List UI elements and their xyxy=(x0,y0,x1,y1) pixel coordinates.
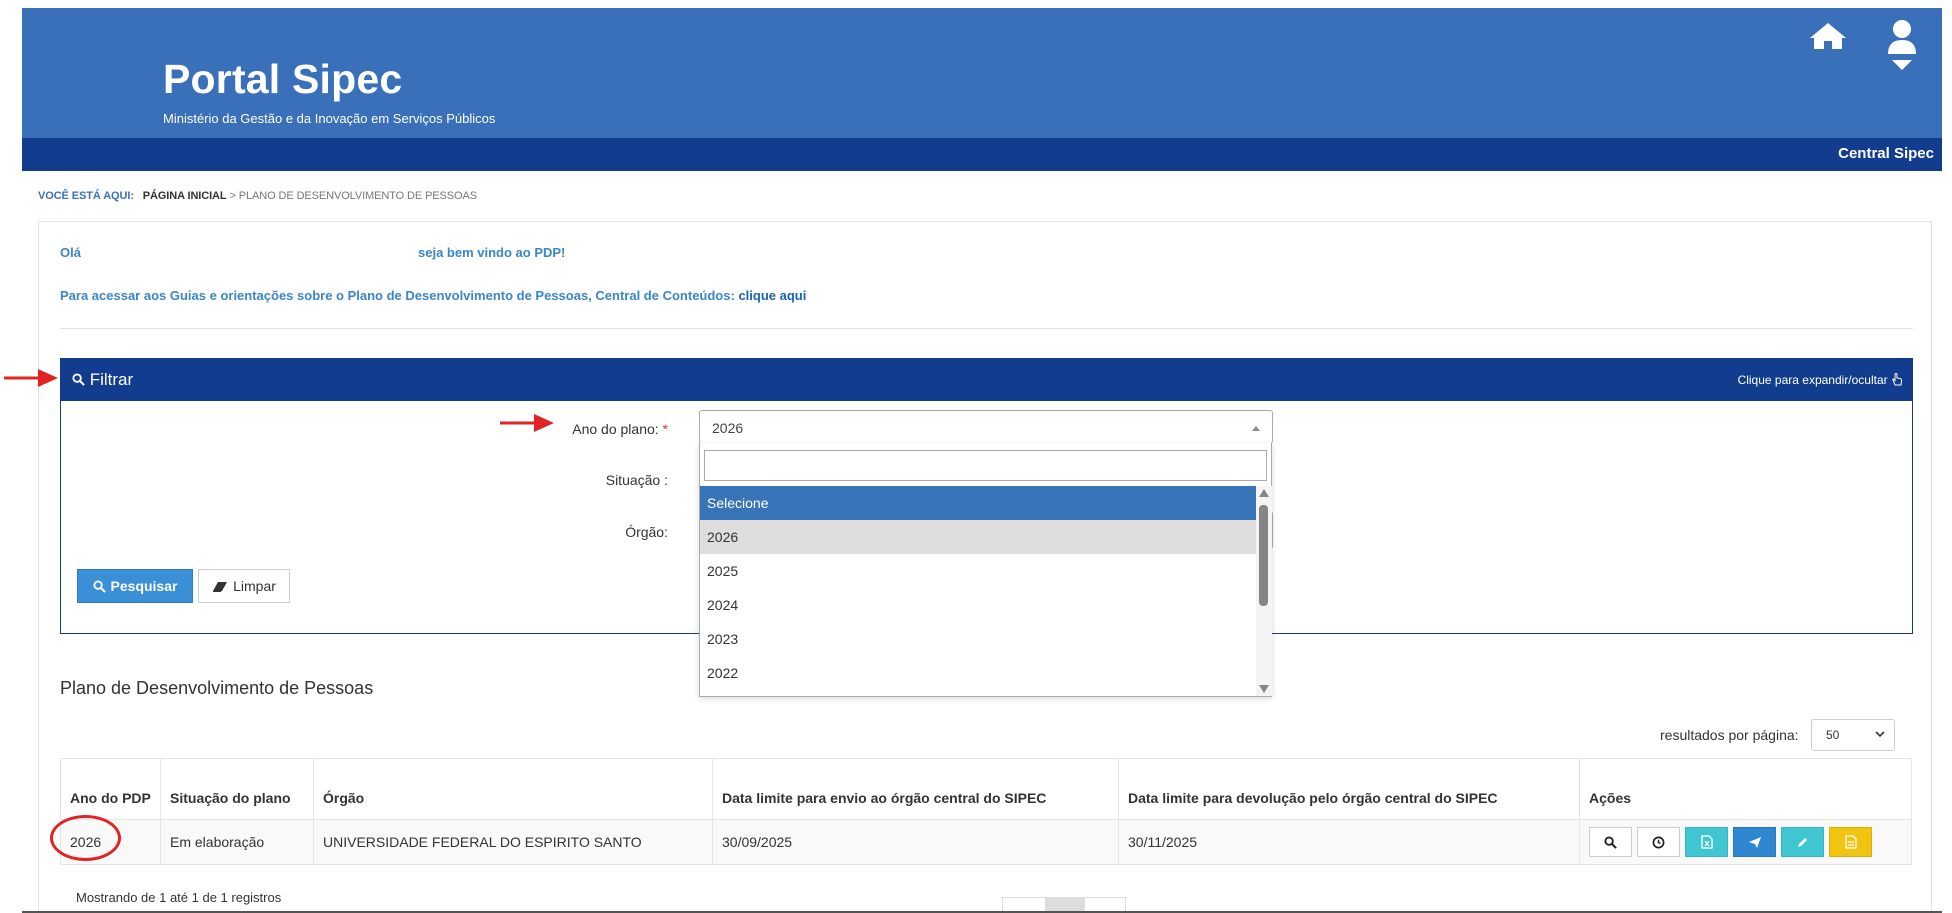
pdp-table: Ano do PDP Situação do plano Órgão Data … xyxy=(60,758,1912,865)
annotation-circle xyxy=(50,815,121,861)
dropdown-option[interactable]: Selecione xyxy=(700,486,1256,520)
page: Portal Sipec Ministério da Gestão e da I… xyxy=(0,0,1952,913)
column-header[interactable]: Ano do PDP xyxy=(60,758,161,820)
guides-text: Para acessar aos Guias e orientações sob… xyxy=(60,288,806,303)
sub-navigation-bar: Central Sipec xyxy=(22,138,1942,171)
column-header[interactable]: Data limite para envio ao órgão central … xyxy=(712,758,1119,820)
table-row: 2026 Em elaboração UNIVERSIDADE FEDERAL … xyxy=(60,819,1912,865)
search-icon xyxy=(92,579,106,593)
ano-label: Ano do plano: * xyxy=(560,421,668,437)
search-icon xyxy=(1604,835,1617,849)
user-menu-icon[interactable] xyxy=(1882,18,1922,76)
annotation-arrow-icon xyxy=(500,414,554,432)
table-header-row: Ano do PDP Situação do plano Órgão Data … xyxy=(60,758,1912,820)
filter-toggle-label: Clique para expandir/ocultar xyxy=(1737,373,1888,387)
eraser-icon xyxy=(213,581,228,592)
export-excel-button[interactable] xyxy=(1685,827,1728,857)
ano-label-text: Ano do plano: xyxy=(572,421,659,437)
cell-actions xyxy=(1579,819,1912,865)
results-per-page-select[interactable]: 50 xyxy=(1811,719,1895,751)
send-button[interactable] xyxy=(1733,827,1776,857)
clear-button-label: Limpar xyxy=(233,578,276,594)
results-per-page-label: resultados por página: xyxy=(1660,727,1799,743)
column-header[interactable]: Data limite para devolução pelo órgão ce… xyxy=(1118,758,1580,820)
file-excel-icon xyxy=(1700,835,1713,849)
orgao-label: Órgão: xyxy=(625,524,668,540)
guides-link[interactable]: clique aqui xyxy=(738,288,806,303)
ano-dropdown: Selecione 2026 2025 2024 2023 2022 xyxy=(699,443,1272,697)
caret-up-icon xyxy=(1252,426,1260,431)
filter-toggle[interactable]: Clique para expandir/ocultar xyxy=(1737,372,1903,387)
column-header[interactable]: Órgão xyxy=(313,758,713,820)
central-sipec-link[interactable]: Central Sipec xyxy=(1838,145,1934,162)
scroll-down-arrow-icon[interactable] xyxy=(1259,685,1269,693)
history-button[interactable] xyxy=(1637,827,1680,857)
ano-select[interactable]: 2026 xyxy=(699,410,1273,444)
file-text-icon xyxy=(1844,835,1857,849)
search-icon xyxy=(72,373,85,386)
dropdown-search-input[interactable] xyxy=(704,450,1267,481)
ano-select-value: 2026 xyxy=(712,420,744,436)
dropdown-option[interactable]: 2025 xyxy=(700,554,1256,588)
filter-title-label: Filtrar xyxy=(89,370,134,389)
filter-title: Filtrar xyxy=(72,370,133,390)
required-mark: * xyxy=(662,421,668,437)
divider xyxy=(60,328,1913,329)
search-button-label: Pesquisar xyxy=(110,578,178,594)
pencil-icon xyxy=(1798,837,1807,847)
home-icon[interactable] xyxy=(1808,21,1848,51)
dropdown-option[interactable]: 2026 xyxy=(700,520,1256,554)
breadcrumb-separator: > xyxy=(229,190,236,202)
document-button[interactable] xyxy=(1829,827,1872,857)
dropdown-scrollbar[interactable] xyxy=(1256,486,1272,696)
hello-text: Olá xyxy=(60,245,81,260)
cell-data-devolucao: 30/11/2025 xyxy=(1118,819,1580,865)
site-header: Portal Sipec Ministério da Gestão e da I… xyxy=(22,8,1942,138)
scrollbar-thumb[interactable] xyxy=(1259,505,1268,606)
results-per-page-value: 50 xyxy=(1826,728,1840,742)
row-actions xyxy=(1589,827,1902,857)
section-title: Plano de Desenvolvimento de Pessoas xyxy=(60,678,374,698)
cell-data-envio: 30/09/2025 xyxy=(712,819,1119,865)
dropdown-option[interactable]: 2024 xyxy=(700,588,1256,622)
annotation-arrow-icon xyxy=(4,369,58,387)
clock-icon xyxy=(1652,836,1665,848)
cell-orgao: UNIVERSIDADE FEDERAL DO ESPIRITO SANTO xyxy=(313,819,713,865)
cell-situacao: Em elaboração xyxy=(160,819,314,865)
breadcrumb: VOCÊ ESTÁ AQUI: PÁGINA INICIAL > PLANO D… xyxy=(38,190,477,202)
hand-pointer-icon xyxy=(1892,372,1903,386)
breadcrumb-home-link[interactable]: PÁGINA INICIAL xyxy=(143,190,227,202)
scroll-up-arrow-icon[interactable] xyxy=(1259,489,1269,497)
guides-description: Para acessar aos Guias e orientações sob… xyxy=(60,288,735,303)
dropdown-option[interactable]: 2022 xyxy=(700,656,1256,690)
dropdown-option[interactable]: 2023 xyxy=(700,622,1256,656)
filter-header[interactable]: Filtrar Clique para expandir/ocultar xyxy=(60,358,1913,401)
welcome-message: seja bem vindo ao PDP! xyxy=(418,245,566,260)
view-button[interactable] xyxy=(1589,827,1632,857)
portal-title[interactable]: Portal Sipec xyxy=(163,56,402,103)
portal-subtitle: Ministério da Gestão e da Inovação em Se… xyxy=(163,111,496,126)
column-header: Ações xyxy=(1579,758,1912,820)
dropdown-options: Selecione 2026 2025 2024 2023 2022 xyxy=(700,486,1256,696)
search-button[interactable]: Pesquisar xyxy=(77,569,193,603)
breadcrumb-current: PLANO DE DESENVOLVIMENTO DE PESSOAS xyxy=(238,190,477,202)
edit-button[interactable] xyxy=(1781,827,1824,857)
table-info: Mostrando de 1 até 1 de 1 registros xyxy=(76,890,282,905)
chevron-down-icon xyxy=(1875,731,1885,738)
breadcrumb-label: VOCÊ ESTÁ AQUI: xyxy=(38,190,134,202)
situacao-label: Situação : xyxy=(605,472,668,488)
paper-plane-icon xyxy=(1748,836,1761,848)
clear-button[interactable]: Limpar xyxy=(198,569,290,603)
column-header[interactable]: Situação do plano xyxy=(160,758,314,820)
